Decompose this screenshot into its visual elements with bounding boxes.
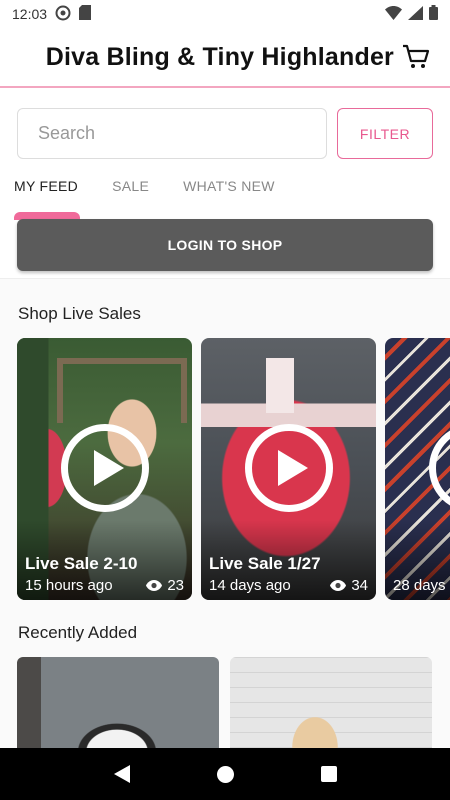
live-sale-views: 34 — [330, 577, 368, 594]
sync-icon — [55, 5, 71, 24]
app-header: Diva Bling & Tiny Highlander — [0, 28, 450, 88]
live-sale-time: 28 days — [393, 577, 446, 594]
wifi-icon — [385, 5, 402, 23]
live-sale-meta: 28 days — [393, 577, 446, 594]
eye-icon — [330, 580, 347, 591]
search-input[interactable] — [17, 108, 327, 159]
filter-button[interactable]: FILTER — [337, 108, 433, 159]
recent-product-card[interactable] — [230, 657, 432, 748]
live-sale-time: 15 hours ago — [25, 577, 113, 594]
home-icon[interactable] — [216, 765, 234, 783]
eye-icon — [146, 580, 163, 591]
signal-icon — [408, 5, 423, 23]
system-nav-bar — [0, 748, 450, 800]
tab-whats-new[interactable]: WHAT'S NEW — [183, 178, 275, 194]
feed-tabs: MY FEED SALE WHAT'S NEW — [14, 178, 275, 194]
live-sale-card[interactable]: Live Sale 2-10 15 hours ago 23 — [17, 338, 192, 600]
view-count: 23 — [167, 577, 184, 594]
live-sale-card[interactable]: Live Sale 1/27 14 days ago 34 — [201, 338, 376, 600]
shop-live-sales-heading: Shop Live Sales — [18, 304, 141, 323]
sd-card-icon — [79, 5, 92, 23]
recent-apps-icon[interactable] — [320, 766, 337, 782]
battery-icon — [429, 5, 438, 23]
back-icon[interactable] — [113, 765, 130, 783]
status-time: 12:03 — [12, 6, 48, 22]
feed-content: Shop Live Sales Live Sale 2-10 15 hours … — [0, 278, 450, 748]
tab-sale[interactable]: SALE — [112, 178, 149, 194]
status-bar: 12:03 — [0, 0, 450, 28]
recently-added-heading: Recently Added — [18, 623, 138, 642]
live-sale-card[interactable]: 28 days — [385, 338, 450, 600]
live-sale-title: Live Sale 2-10 — [25, 554, 138, 573]
live-sale-time: 14 days ago — [209, 577, 291, 594]
cart-icon[interactable] — [402, 43, 430, 71]
live-sale-meta: 14 days ago 34 — [209, 577, 368, 594]
live-sale-views: 23 — [146, 577, 184, 594]
recent-product-image — [230, 657, 432, 748]
store-title: Diva Bling & Tiny Highlander — [45, 42, 394, 71]
play-icon[interactable] — [61, 424, 149, 512]
search-row: FILTER — [17, 108, 433, 160]
picture-frame — [57, 358, 187, 423]
view-count: 34 — [351, 577, 368, 594]
tab-my-feed[interactable]: MY FEED — [14, 178, 78, 194]
jar-ribbon — [266, 358, 294, 413]
recent-product-image — [17, 657, 219, 748]
live-sale-title: Live Sale 1/27 — [209, 554, 321, 573]
login-to-shop-button[interactable]: LOGIN TO SHOP — [17, 219, 433, 271]
play-icon[interactable] — [245, 424, 333, 512]
recent-product-card[interactable] — [17, 657, 219, 748]
live-sale-meta: 15 hours ago 23 — [25, 577, 184, 594]
